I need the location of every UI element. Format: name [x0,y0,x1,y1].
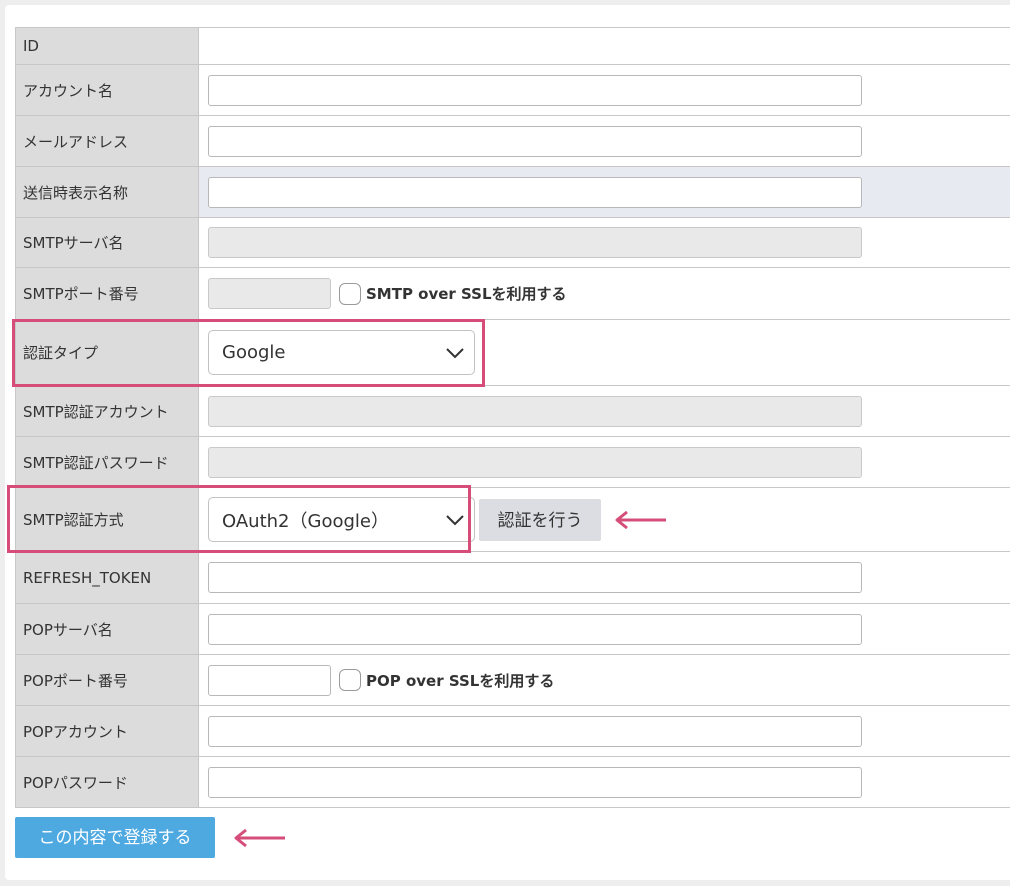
pop-ssl-checkbox[interactable] [339,669,361,691]
arrow-left-icon [234,828,285,848]
row-auth-type: 認証タイプ Google [15,319,1010,386]
row-smtp-auth-password: SMTP認証パスワード [15,436,1010,488]
label-id: ID [15,27,199,65]
chevron-down-icon [446,514,464,525]
label-email: メールアドレス [15,115,199,167]
label-smtp-auth-password: SMTP認証パスワード [15,436,199,488]
arrow-left-icon [615,510,666,530]
row-refresh-token: REFRESH_TOKEN [15,551,1010,604]
row-smtp-port: SMTPポート番号 SMTP over SSLを利用する [15,267,1010,320]
label-auth-type: 認証タイプ [15,319,199,386]
row-pop-account: POPアカウント [15,705,1010,757]
smtp-port-input[interactable] [208,278,331,309]
display-name-input[interactable] [208,176,862,208]
label-refresh-token: REFRESH_TOKEN [15,551,199,604]
label-pop-account: POPアカウント [15,705,199,757]
row-email: メールアドレス [15,115,1010,167]
smtp-auth-password-input[interactable] [208,446,862,478]
label-account-name: アカウント名 [15,64,199,116]
label-display-name: 送信時表示名称 [15,166,199,218]
row-account-name: アカウント名 [15,64,1010,116]
label-pop-port: POPポート番号 [15,654,199,706]
smtp-server-input[interactable] [208,227,862,258]
email-input[interactable] [208,125,862,157]
account-settings-form: ID アカウント名 メールアドレス 送信時表示名称 SMTPサーバ名 SMTPポ… [15,27,1010,808]
pop-account-input[interactable] [208,715,862,747]
row-smtp-server: SMTPサーバ名 [15,217,1010,268]
row-display-name: 送信時表示名称 [15,166,1010,218]
label-smtp-auth-account: SMTP認証アカウント [15,385,199,437]
label-smtp-server: SMTPサーバ名 [15,217,199,268]
row-id: ID [15,27,1010,65]
label-pop-server: POPサーバ名 [15,603,199,655]
pop-ssl-checkbox-label: POP over SSLを利用する [366,671,555,690]
auth-type-select-value: Google [222,342,286,363]
value-id [198,27,1010,65]
chevron-down-icon [446,347,464,358]
label-smtp-auth-method: SMTP認証方式 [15,487,199,552]
pop-port-input[interactable] [208,664,331,696]
row-pop-server: POPサーバ名 [15,603,1010,655]
pop-server-input[interactable] [208,613,862,645]
refresh-token-input[interactable] [208,562,862,593]
smtp-ssl-checkbox-label: SMTP over SSLを利用する [366,285,567,303]
account-name-input[interactable] [208,74,862,106]
auth-type-select[interactable]: Google [208,330,475,375]
row-pop-port: POPポート番号 POP over SSLを利用する [15,654,1010,706]
authenticate-button[interactable]: 認証を行う [479,498,601,541]
register-submit-button[interactable]: この内容で登録する [15,817,215,858]
smtp-ssl-checkbox[interactable] [339,282,361,305]
smtp-auth-method-select[interactable]: OAuth2（Google） [208,497,475,542]
row-smtp-auth-account: SMTP認証アカウント [15,385,1010,437]
row-pop-password: POPパスワード [15,756,1010,808]
smtp-auth-account-input[interactable] [208,395,862,427]
smtp-auth-method-select-value: OAuth2（Google） [222,510,389,532]
row-smtp-auth-method: SMTP認証方式 OAuth2（Google） 認証を行う [15,487,1010,552]
label-smtp-port: SMTPポート番号 [15,267,199,320]
label-pop-password: POPパスワード [15,756,199,808]
pop-password-input[interactable] [208,766,862,798]
